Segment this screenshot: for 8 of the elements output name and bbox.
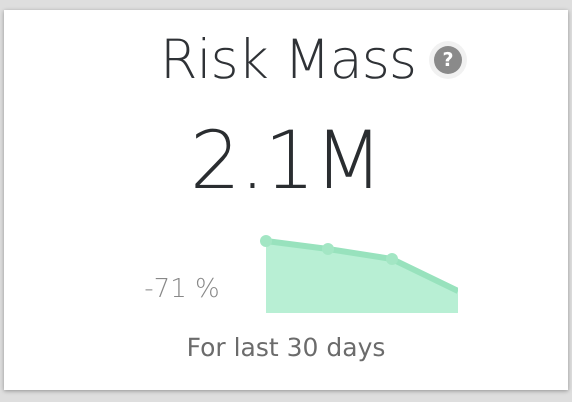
change-percent: -71 %: [144, 274, 220, 304]
sparkline-point: [322, 242, 334, 255]
period-label: For last 30 days: [186, 332, 386, 362]
metric-value: 2.1M: [190, 120, 382, 201]
sparkline-point: [260, 234, 272, 247]
help-icon[interactable]: ?: [434, 46, 462, 74]
card-title: Risk Mass: [160, 28, 416, 93]
sparkline-point: [386, 252, 398, 265]
